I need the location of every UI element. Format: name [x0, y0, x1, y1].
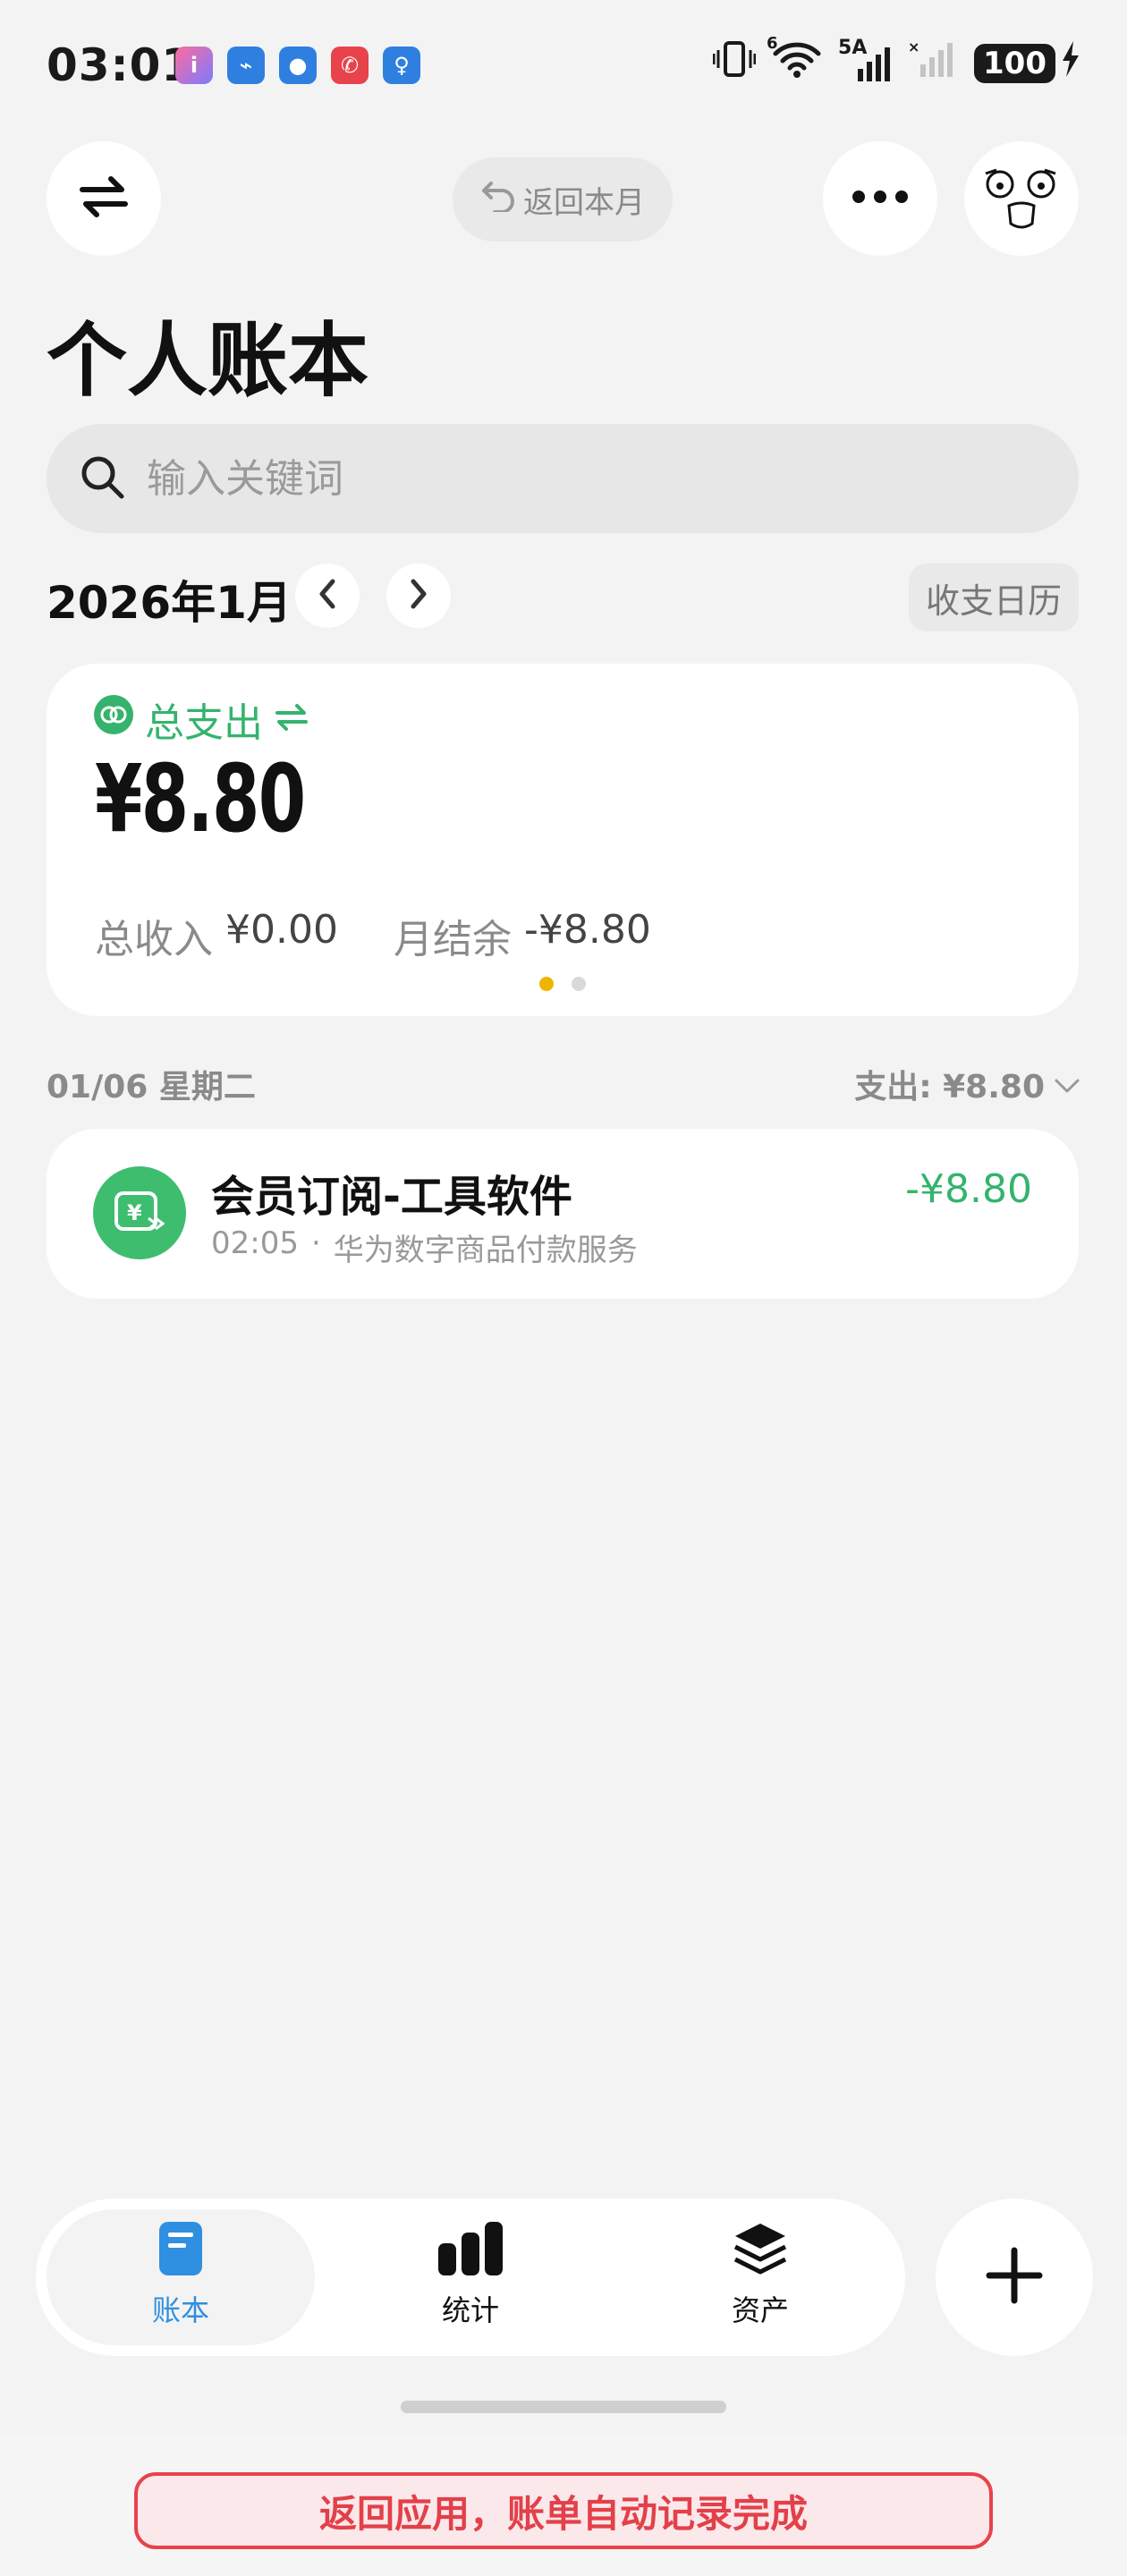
- signal-5a-icon: 5A: [838, 37, 892, 83]
- transaction-subtitle: 02:05 · 华为数字商品付款服务: [211, 1225, 638, 1269]
- swap-arrows-icon: [79, 175, 129, 222]
- total-expense-amount: ¥8.80: [95, 744, 306, 853]
- charging-icon: [1061, 41, 1080, 85]
- calendar-button[interactable]: 收支日历: [909, 564, 1079, 631]
- signal-empty-icon: ×: [908, 38, 958, 87]
- day-total[interactable]: 支出: ¥8.80: [854, 1061, 1080, 1107]
- switch-ledger-button[interactable]: [47, 141, 161, 256]
- summary-details: 总收入 ¥0.00 月结余 -¥8.80: [95, 907, 651, 964]
- balance-value: -¥8.80: [523, 907, 651, 953]
- back-to-month-button[interactable]: 返回本月: [453, 157, 673, 242]
- transaction-merchant: 华为数字商品付款服务: [333, 1233, 638, 1268]
- summary-type-toggle[interactable]: 总支出: [93, 691, 309, 748]
- chevron-left-icon: [317, 578, 338, 614]
- transaction-amount: -¥8.80: [905, 1166, 1032, 1212]
- tab-statistics-label: 统计: [441, 2293, 499, 2327]
- tab-statistics[interactable]: 统计: [381, 2220, 560, 2329]
- transaction-separator: ·: [310, 1225, 321, 1261]
- page-dot-active: [539, 977, 554, 991]
- prev-month-button[interactable]: [295, 564, 360, 628]
- status-right: 6 5A × 100: [712, 34, 1080, 87]
- expense-circle-icon: [93, 694, 134, 745]
- svg-text:¥: ¥: [127, 1200, 142, 1225]
- tab-ledger[interactable]: 账本: [91, 2220, 270, 2329]
- income-value: ¥0.00: [225, 907, 338, 953]
- bottom-tab-bar: 账本 统计 资产: [36, 2199, 905, 2356]
- vibrate-icon: [712, 39, 757, 87]
- message-icon: ●: [279, 47, 317, 84]
- day-total-label: 支出: ¥8.80: [854, 1069, 1045, 1106]
- summary-type-label: 总支出: [145, 700, 263, 746]
- more-menu-button[interactable]: [823, 141, 937, 256]
- bar-chart-icon: [436, 2220, 504, 2284]
- network-type: 5A: [838, 36, 868, 59]
- status-time: 03:01: [47, 39, 194, 91]
- search-icon: [79, 453, 125, 504]
- avatar-button[interactable]: [964, 141, 1079, 256]
- ledger-book-icon: [156, 2220, 206, 2284]
- plus-icon: [986, 2247, 1043, 2308]
- summary-card[interactable]: 总支出 ¥8.80 总收入 ¥0.00 月结余 -¥8.80: [47, 664, 1079, 1016]
- undo-arrow-icon: [480, 180, 516, 220]
- layers-stack-icon: [732, 2220, 789, 2284]
- transaction-title: 会员订阅-工具软件: [211, 1172, 572, 1222]
- svg-text:×: ×: [908, 39, 919, 55]
- chevron-right-icon: [408, 578, 429, 614]
- search-bar[interactable]: [47, 424, 1079, 533]
- page-title: 个人账本: [47, 314, 369, 408]
- tab-ledger-label: 账本: [151, 2293, 209, 2327]
- page-dot: [572, 977, 586, 991]
- return-app-banner[interactable]: 返回应用，账单自动记录完成: [134, 2472, 993, 2549]
- missed-call-icon: ✆: [331, 47, 369, 84]
- tab-assets-label: 资产: [731, 2293, 789, 2327]
- tips-bulb-icon: ♀: [383, 47, 420, 84]
- battery-level: 100: [974, 43, 1055, 83]
- subscription-icon: ¥: [93, 1166, 186, 1259]
- avatar-face-icon: [979, 161, 1064, 236]
- income-label: 总收入: [95, 917, 213, 962]
- balance-label: 月结余: [393, 917, 512, 962]
- search-input[interactable]: [147, 455, 952, 502]
- usb-icon: ⌁: [227, 47, 265, 84]
- swap-small-icon: [274, 697, 309, 742]
- tab-assets[interactable]: 资产: [671, 2220, 850, 2329]
- back-to-month-label: 返回本月: [523, 184, 645, 221]
- more-dots-icon: [852, 190, 909, 208]
- wifi-icon: 6: [767, 34, 822, 87]
- transaction-time: 02:05: [211, 1225, 299, 1261]
- home-indicator[interactable]: [401, 2401, 726, 2413]
- add-record-button[interactable]: [936, 2199, 1093, 2356]
- app-notification-icon: i: [175, 47, 213, 84]
- transaction-row[interactable]: ¥ 会员订阅-工具软件 02:05 · 华为数字商品付款服务 -¥8.80: [47, 1129, 1079, 1299]
- next-month-button[interactable]: [386, 564, 451, 628]
- month-label: 2026年1月: [47, 577, 292, 629]
- wifi-version: 6: [767, 34, 778, 53]
- chevron-down-icon: [1054, 1066, 1080, 1103]
- day-date: 01/06 星期二: [47, 1069, 256, 1106]
